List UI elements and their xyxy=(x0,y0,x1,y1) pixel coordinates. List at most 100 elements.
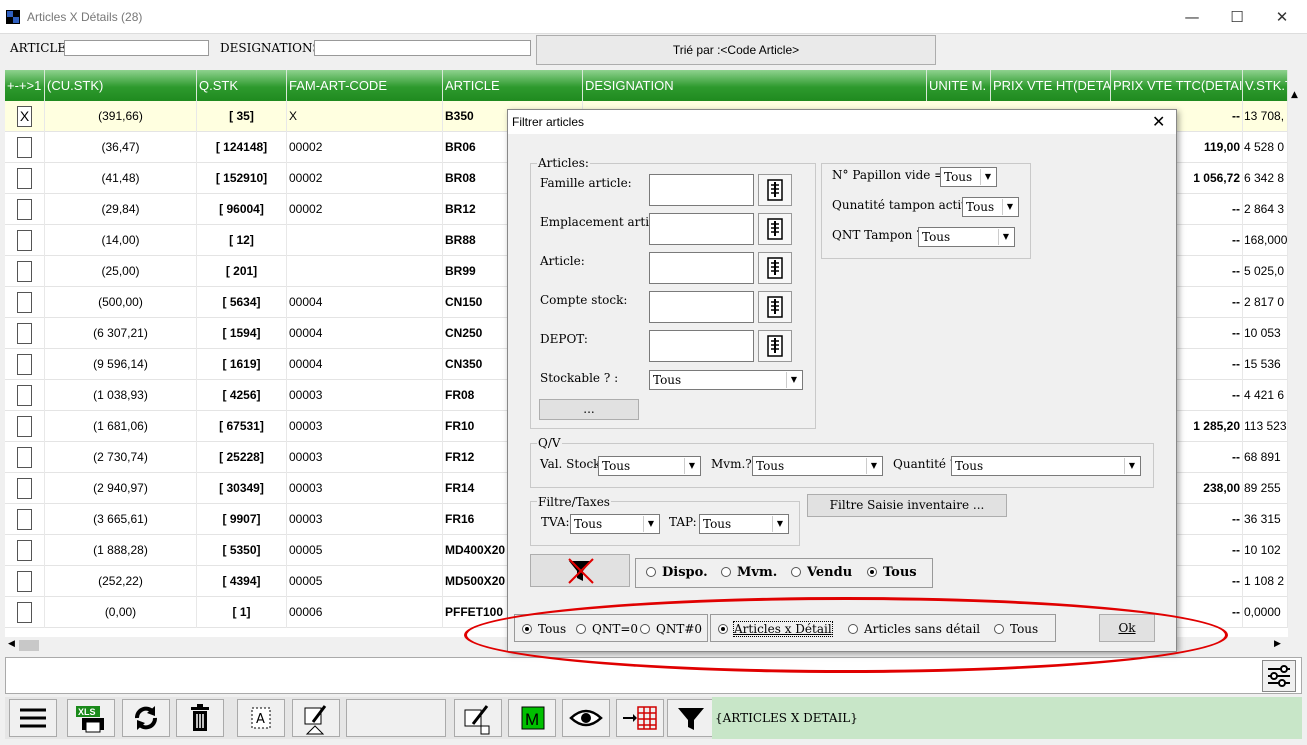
row-checkbox-cell[interactable] xyxy=(5,256,45,287)
val-stock-select[interactable]: Tous ▼ xyxy=(598,456,701,476)
designations-input[interactable] xyxy=(314,40,531,56)
row-checkbox-cell[interactable]: X xyxy=(5,101,45,132)
header-v-stk[interactable]: V.STK.TTC xyxy=(1243,70,1288,101)
row-checkbox[interactable]: X xyxy=(17,106,32,127)
famille-input[interactable] xyxy=(649,174,754,206)
radio-qnt-zero[interactable]: QNT=0 xyxy=(576,622,638,636)
filter-button[interactable] xyxy=(667,699,715,737)
emplacement-pick-button[interactable] xyxy=(758,213,792,245)
header-cu-stk[interactable]: (CU.STK) xyxy=(45,70,197,101)
select-all-button[interactable]: A xyxy=(237,699,285,737)
filtre-saisie-button[interactable]: Filtre Saisie inventaire ... xyxy=(807,494,1007,517)
radio-dispo[interactable]: Dispo. xyxy=(646,565,708,580)
row-checkbox[interactable] xyxy=(17,385,32,406)
radio-articles-detail[interactable]: Articles x Détail xyxy=(718,621,833,637)
scroll-thumb[interactable] xyxy=(19,640,39,651)
header-prix-ttc[interactable]: PRIX VTE TTC(DETAIL) xyxy=(1111,70,1243,101)
row-checkbox-cell[interactable] xyxy=(5,318,45,349)
row-checkbox[interactable] xyxy=(17,137,32,158)
edit-detail-button[interactable] xyxy=(454,699,502,737)
vertical-scrollbar[interactable]: ▲ xyxy=(1288,70,1305,637)
article-filter-input[interactable] xyxy=(649,252,754,284)
refresh-button[interactable] xyxy=(122,699,170,737)
tampon-select[interactable]: Tous ▼ xyxy=(962,197,1019,217)
qnt-tampon-select[interactable]: Tous ▼ xyxy=(918,227,1015,247)
row-checkbox-cell[interactable] xyxy=(5,473,45,504)
row-checkbox[interactable] xyxy=(17,478,32,499)
radio-q-tous[interactable]: Tous xyxy=(522,622,566,636)
tva-select[interactable]: Tous ▼ xyxy=(570,514,660,534)
compte-input[interactable] xyxy=(649,291,754,323)
radio-vendu[interactable]: Vendu xyxy=(791,565,852,580)
row-checkbox-cell[interactable] xyxy=(5,287,45,318)
article-input[interactable] xyxy=(64,40,209,56)
header-unite[interactable]: UNITE M. xyxy=(927,70,991,101)
row-checkbox-cell[interactable] xyxy=(5,442,45,473)
menu-button[interactable] xyxy=(9,699,57,737)
radio-a-tous[interactable]: Tous xyxy=(994,622,1038,636)
minimize-button[interactable]: — xyxy=(1169,4,1215,30)
row-checkbox-cell[interactable] xyxy=(5,597,45,628)
depot-input[interactable] xyxy=(649,330,754,362)
row-checkbox[interactable] xyxy=(17,571,32,592)
delete-button[interactable] xyxy=(176,699,224,737)
tap-select[interactable]: Tous ▼ xyxy=(699,514,789,534)
famille-pick-button[interactable] xyxy=(758,174,792,206)
quantite-select[interactable]: Tous ▼ xyxy=(951,456,1141,476)
emplacement-input[interactable] xyxy=(649,213,754,245)
header-q-stk[interactable]: Q.STK xyxy=(197,70,287,101)
row-checkbox-cell[interactable] xyxy=(5,132,45,163)
scroll-left-icon[interactable]: ◀ xyxy=(8,639,15,649)
compte-pick-button[interactable] xyxy=(758,291,792,323)
mvm-button[interactable]: M xyxy=(508,699,556,737)
row-checkbox-cell[interactable] xyxy=(5,411,45,442)
edit-button[interactable] xyxy=(292,699,340,737)
blank-button[interactable] xyxy=(346,699,446,737)
view-button[interactable] xyxy=(562,699,610,737)
papillon-select[interactable]: Tous ▼ xyxy=(940,167,997,187)
settings-sliders-icon[interactable] xyxy=(1262,660,1296,692)
columns-button[interactable] xyxy=(616,699,664,737)
row-checkbox[interactable] xyxy=(17,323,32,344)
row-checkbox-cell[interactable] xyxy=(5,535,45,566)
export-xls-button[interactable]: XLS xyxy=(67,699,115,737)
sort-button[interactable]: Trié par :<Code Article> xyxy=(536,35,936,65)
row-checkbox[interactable] xyxy=(17,354,32,375)
scroll-right-icon[interactable]: ▶ xyxy=(1274,639,1281,649)
row-checkbox[interactable] xyxy=(17,509,32,530)
dialog-close-button[interactable]: ✕ xyxy=(1152,112,1165,131)
radio-qnt-nonzero[interactable]: QNT#0 xyxy=(640,622,702,636)
clear-filter-button[interactable] xyxy=(530,554,630,587)
maximize-button[interactable]: ☐ xyxy=(1214,4,1260,30)
row-checkbox[interactable] xyxy=(17,168,32,189)
more-options-button[interactable]: ... xyxy=(539,399,639,420)
header-prix-ht[interactable]: PRIX VTE HT(DETAIL) xyxy=(991,70,1111,101)
header-toggle[interactable]: +-+>1 xyxy=(5,70,45,101)
ok-button[interactable]: Ok xyxy=(1099,614,1155,642)
header-article[interactable]: ARTICLE xyxy=(443,70,583,101)
row-checkbox[interactable] xyxy=(17,199,32,220)
mvm-select[interactable]: Tous ▼ xyxy=(752,456,883,476)
stockable-select[interactable]: Tous ▼ xyxy=(649,370,803,390)
radio-mvm[interactable]: Mvm. xyxy=(721,565,777,580)
row-checkbox[interactable] xyxy=(17,416,32,437)
scroll-up-icon[interactable]: ▲ xyxy=(1291,90,1298,100)
article-pick-button[interactable] xyxy=(758,252,792,284)
row-checkbox-cell[interactable] xyxy=(5,194,45,225)
depot-pick-button[interactable] xyxy=(758,330,792,362)
row-checkbox[interactable] xyxy=(17,261,32,282)
row-checkbox-cell[interactable] xyxy=(5,225,45,256)
row-checkbox-cell[interactable] xyxy=(5,163,45,194)
row-checkbox-cell[interactable] xyxy=(5,380,45,411)
row-checkbox-cell[interactable] xyxy=(5,349,45,380)
row-checkbox[interactable] xyxy=(17,602,32,623)
header-fam-art-code[interactable]: FAM-ART-CODE xyxy=(287,70,443,101)
radio-articles-sans[interactable]: Articles sans détail xyxy=(848,622,980,636)
row-checkbox-cell[interactable] xyxy=(5,504,45,535)
row-checkbox[interactable] xyxy=(17,230,32,251)
row-checkbox-cell[interactable] xyxy=(5,566,45,597)
radio-tous-dispo[interactable]: Tous xyxy=(867,565,917,580)
row-checkbox[interactable] xyxy=(17,292,32,313)
header-designation[interactable]: DESIGNATION xyxy=(583,70,927,101)
row-checkbox[interactable] xyxy=(17,447,32,468)
